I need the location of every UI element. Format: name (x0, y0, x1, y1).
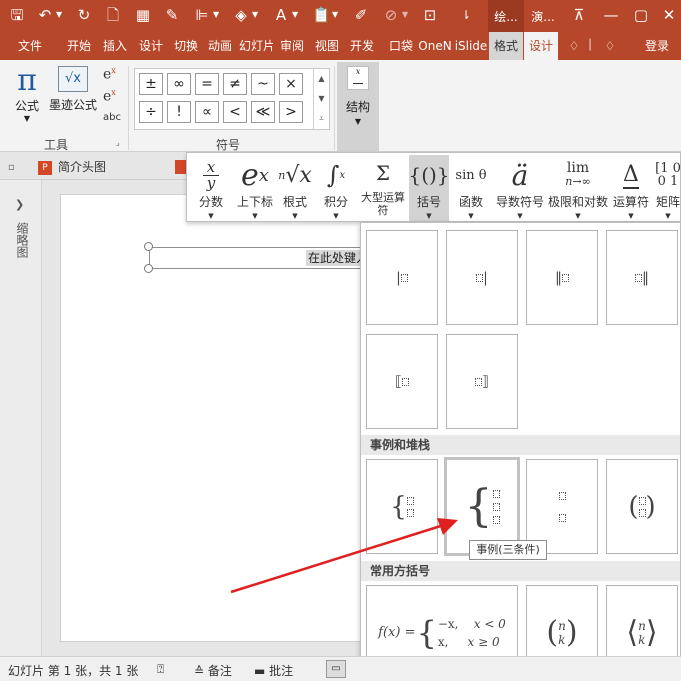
notes-label: 备注 (207, 664, 232, 678)
notes-button[interactable]: ≙ 备注 (194, 662, 232, 679)
comments-label: 批注 (269, 664, 294, 678)
arrow-shaft (230, 522, 448, 594)
notes-icon: ≙ (194, 664, 205, 678)
normal-view-icon[interactable]: ▭ (326, 660, 346, 678)
comment-icon: ▬ (254, 664, 266, 678)
arrow-head (437, 518, 458, 535)
annotation-arrow (230, 518, 458, 594)
accessibility-icon[interactable]: ⍰ (157, 662, 164, 677)
comments-button[interactable]: ▬ 批注 (254, 662, 293, 679)
status-bar: 幻灯片 第 1 张，共 1 张 ⍰ ≙ 备注 ▬ 批注 ▭ (0, 656, 681, 681)
slide-count: 幻灯片 第 1 张，共 1 张 (8, 664, 139, 678)
